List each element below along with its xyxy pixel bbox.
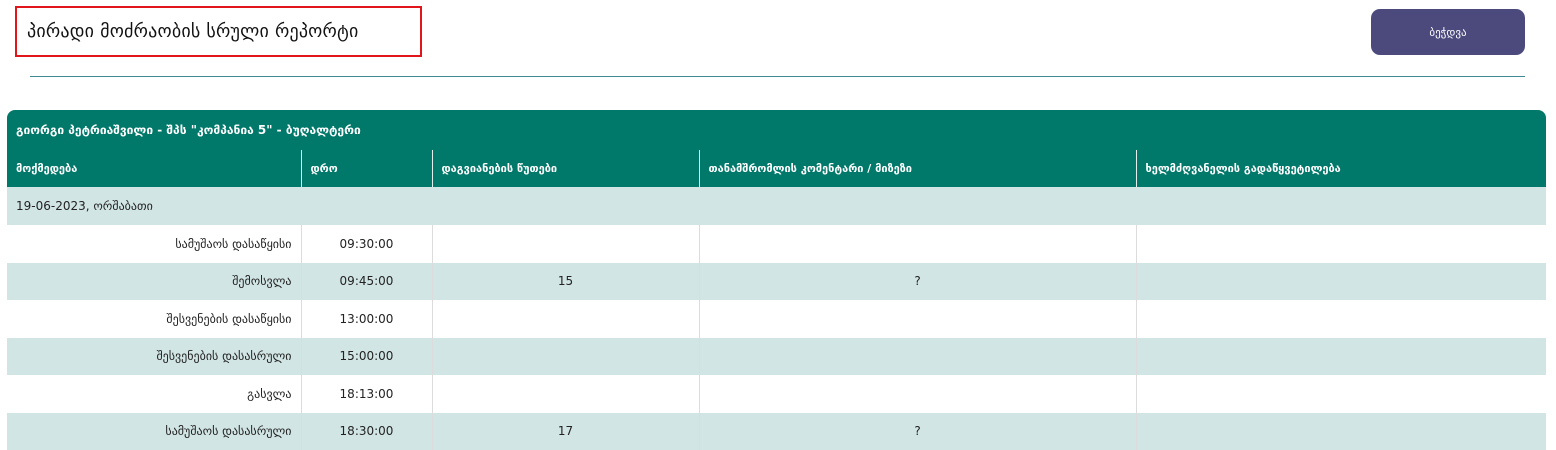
cell-time: 09:30:00 bbox=[300, 225, 432, 263]
cell-time: 09:45:00 bbox=[300, 262, 432, 300]
cell-action: შემოსვლა bbox=[7, 262, 301, 300]
cell-comment: ? bbox=[698, 262, 1136, 300]
cell-delay bbox=[431, 300, 699, 338]
cell-decision bbox=[1135, 225, 1546, 263]
cell-delay bbox=[431, 225, 699, 263]
cell-comment bbox=[698, 225, 1136, 263]
cell-decision bbox=[1135, 412, 1546, 450]
divider bbox=[30, 76, 1525, 77]
cell-decision bbox=[1135, 262, 1546, 300]
cell-delay: 15 bbox=[431, 262, 699, 300]
cell-time: 15:00:00 bbox=[300, 337, 432, 375]
column-header-time: დრო bbox=[300, 150, 432, 187]
date-label: 19-06-2023, ორშაბათი bbox=[7, 187, 1546, 225]
table-row: შემოსვლა 09:45:00 15 ? bbox=[7, 262, 1546, 300]
cell-comment: ? bbox=[698, 412, 1136, 450]
cell-action: გასვლა bbox=[7, 375, 301, 413]
report-panel: გიორგი პეტრიაშვილი - შპს "კომპანია 5" - … bbox=[7, 110, 1546, 450]
cell-delay: 17 bbox=[431, 412, 699, 450]
cell-decision bbox=[1135, 300, 1546, 338]
report-header: გიორგი პეტრიაშვილი - შპს "კომპანია 5" - … bbox=[7, 110, 1546, 150]
column-header-comment: თანამშრომლის კომენტარი / მიზეზი bbox=[698, 150, 1136, 187]
cell-action: შესვენების დასაწყისი bbox=[7, 300, 301, 338]
cell-action: შესვენების დასასრული bbox=[7, 337, 301, 375]
cell-time: 18:13:00 bbox=[300, 375, 432, 413]
table-header-row: მოქმედება დრო დაგვიანების წუთები თანამშრ… bbox=[7, 150, 1546, 187]
cell-delay bbox=[431, 337, 699, 375]
cell-delay bbox=[431, 375, 699, 413]
cell-comment bbox=[698, 300, 1136, 338]
page-title-box: პირადი მოძრაობის სრული რეპორტი bbox=[15, 6, 422, 57]
cell-comment bbox=[698, 375, 1136, 413]
table-row: შესვენების დასაწყისი 13:00:00 bbox=[7, 300, 1546, 338]
table-row: სამუშაოს დასასრული 18:30:00 17 ? bbox=[7, 412, 1546, 450]
column-header-action: მოქმედება bbox=[7, 150, 301, 187]
column-header-decision: ხელმძღვანელის გადაწყვეტილება bbox=[1135, 150, 1546, 187]
cell-action: სამუშაოს დასასრული bbox=[7, 412, 301, 450]
cell-time: 18:30:00 bbox=[300, 412, 432, 450]
table-row: გასვლა 18:13:00 bbox=[7, 375, 1546, 413]
date-row: 19-06-2023, ორშაბათი bbox=[7, 187, 1546, 225]
table-row: სამუშაოს დასაწყისი 09:30:00 bbox=[7, 225, 1546, 263]
column-header-delay: დაგვიანების წუთები bbox=[431, 150, 699, 187]
table-row: შესვენების დასასრული 15:00:00 bbox=[7, 337, 1546, 375]
cell-decision bbox=[1135, 337, 1546, 375]
cell-comment bbox=[698, 337, 1136, 375]
cell-decision bbox=[1135, 375, 1546, 413]
cell-action: სამუშაოს დასაწყისი bbox=[7, 225, 301, 263]
print-button[interactable]: ბეჭდვა bbox=[1371, 9, 1525, 55]
page-title: პირადი მოძრაობის სრული რეპორტი bbox=[27, 21, 359, 42]
report-table: მოქმედება დრო დაგვიანების წუთები თანამშრ… bbox=[7, 150, 1546, 450]
cell-time: 13:00:00 bbox=[300, 300, 432, 338]
